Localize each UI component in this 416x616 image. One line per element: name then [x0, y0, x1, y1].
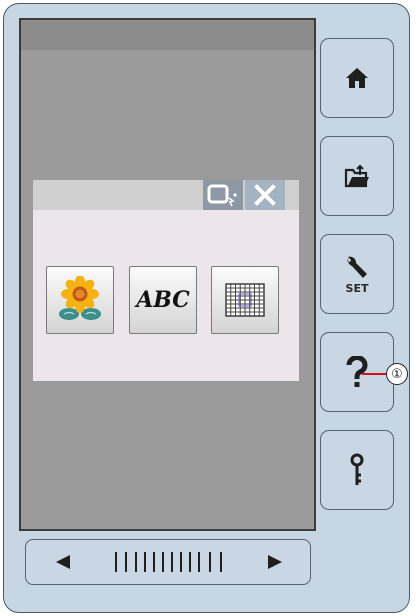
- callout-marker: ①: [386, 363, 408, 385]
- home-icon: [346, 68, 368, 88]
- key-button[interactable]: [320, 430, 394, 510]
- sunflower-design-icon: [59, 276, 101, 320]
- scroll-left-button[interactable]: [54, 553, 72, 571]
- scroll-thumb[interactable]: [114, 551, 224, 573]
- triangle-left-icon: [56, 555, 70, 569]
- wrench-icon: [347, 256, 367, 278]
- design-select-dialog: ABC: [33, 180, 299, 381]
- hoop-select-icon: [207, 184, 237, 207]
- callout-line: [362, 373, 386, 375]
- built-in-designs-button[interactable]: [46, 266, 114, 334]
- scroll-right-button[interactable]: [266, 553, 284, 571]
- triangle-right-icon: [268, 555, 282, 569]
- open-file-button[interactable]: [320, 136, 394, 216]
- help-button[interactable]: [320, 332, 394, 412]
- key-icon: [350, 453, 364, 485]
- question-mark-icon: [346, 356, 368, 387]
- grip-lines-icon: [115, 552, 222, 572]
- lcd-screen: ABC: [19, 18, 316, 531]
- close-button[interactable]: [245, 180, 285, 210]
- folder-open-icon: [344, 164, 369, 188]
- set-label: SET: [345, 281, 369, 295]
- screen-top-bar: [21, 20, 314, 50]
- close-x-icon: [254, 184, 276, 206]
- settings-button[interactable]: SET: [320, 234, 394, 314]
- hoop-button[interactable]: [203, 180, 243, 210]
- monogram-button[interactable]: ABC: [129, 266, 197, 334]
- abc-monogram-icon: ABC: [136, 287, 190, 313]
- home-button[interactable]: [320, 38, 394, 118]
- horizontal-scrollbar[interactable]: [25, 539, 311, 585]
- grid-icon: [225, 283, 265, 317]
- grid-pattern-button[interactable]: [211, 266, 279, 334]
